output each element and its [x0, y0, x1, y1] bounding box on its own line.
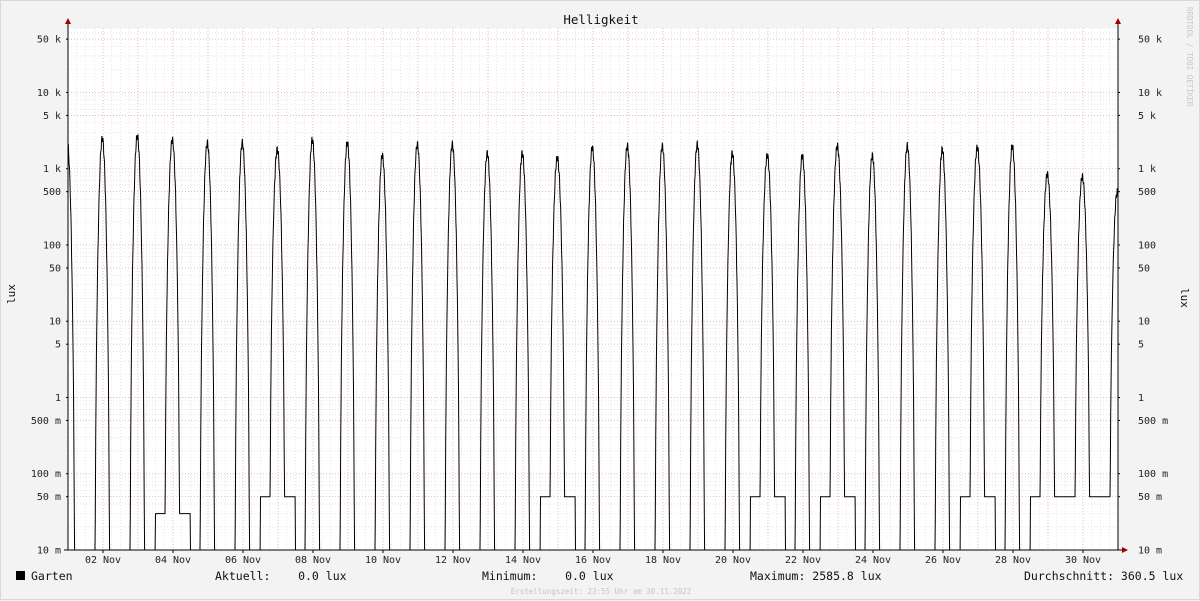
- y-tick-label-right: 500 m: [1138, 416, 1168, 427]
- x-tick-label: 16 Nov: [575, 555, 611, 566]
- x-tick-label: 20 Nov: [715, 555, 751, 566]
- x-tick-label: 18 Nov: [645, 555, 681, 566]
- x-tick-label: 10 Nov: [365, 555, 401, 566]
- y-tick-label-right: 5: [1138, 340, 1144, 351]
- y-tick-label-left: 50: [49, 263, 61, 274]
- y-tick-label-right: 50 m: [1138, 492, 1162, 503]
- stat-current: Aktuell: 0.0 lux: [215, 569, 347, 583]
- y-tick-label-right: 10 m: [1138, 546, 1162, 557]
- legend-swatch-garten: [16, 571, 25, 580]
- y-tick-label-right: 5 k: [1138, 111, 1156, 122]
- y-axis-arrow-right: [1115, 18, 1121, 24]
- y-tick-label-right: 100 m: [1138, 469, 1168, 480]
- y-tick-label-left: 10: [49, 317, 61, 328]
- y-tick-label-left: 500: [43, 187, 61, 198]
- y-tick-label-right: 50 k: [1138, 35, 1162, 46]
- graph-frame: Helligkeit lux lux RRDTOOL / TOBI OETIKE…: [0, 0, 1200, 600]
- x-axis-arrow: [1122, 547, 1128, 553]
- y-axis-arrow-left: [65, 18, 71, 24]
- stat-maximum: Maximum: 2585.8 lux: [750, 569, 882, 583]
- chart-canvas: 50 k 50 k10 k 10 k5 k5 k1 k1 k500 500100 100…: [31, 18, 1168, 566]
- y-tick-label-left: 1 k: [43, 164, 61, 175]
- y-tick-label-left: 500 m: [31, 416, 61, 427]
- y-tick-label-left: 5 k: [43, 111, 61, 122]
- x-tick-label: 06 Nov: [225, 555, 261, 566]
- y-tick-label-right: 1 k: [1138, 164, 1156, 175]
- y-tick-label-left: 5: [55, 340, 61, 351]
- x-tick-label: 08 Nov: [295, 555, 331, 566]
- x-tick-label: 24 Nov: [855, 555, 891, 566]
- y-tick-label-right: 100: [1138, 240, 1156, 251]
- x-tick-label: 30 Nov: [1065, 555, 1101, 566]
- y-tick-label-left: 1: [55, 393, 61, 404]
- stat-average: Durchschnitt: 360.5 lux: [1024, 569, 1184, 583]
- legend-label-garten: Garten: [31, 569, 73, 583]
- y-tick-label-left: 50 k: [37, 35, 61, 46]
- y-tick-label-left: 10 m: [37, 546, 61, 557]
- y-tick-label-right: 10 k: [1138, 88, 1162, 99]
- y-tick-label-left: 10 k: [37, 88, 61, 99]
- x-tick-label: 02 Nov: [85, 555, 121, 566]
- x-tick-label: 14 Nov: [505, 555, 541, 566]
- y-tick-label-left: 50 m: [37, 492, 61, 503]
- x-tick-label: 04 Nov: [155, 555, 191, 566]
- x-tick-label: 26 Nov: [925, 555, 961, 566]
- y-tick-label-right: 50: [1138, 263, 1150, 274]
- x-tick-label: 12 Nov: [435, 555, 471, 566]
- stat-minimum: Minimum: 0.0 lux: [482, 569, 614, 583]
- creation-time: Erstellungszeit: 23:55 Uhr am 30.11.2022: [510, 587, 692, 596]
- y-tick-label-left: 100 m: [31, 469, 61, 480]
- y-tick-label-left: 100: [43, 240, 61, 251]
- y-tick-label-right: 10: [1138, 317, 1150, 328]
- x-tick-label: 28 Nov: [995, 555, 1031, 566]
- x-tick-label: 22 Nov: [785, 555, 821, 566]
- y-tick-label-right: 500: [1138, 187, 1156, 198]
- y-tick-label-right: 1: [1138, 393, 1144, 404]
